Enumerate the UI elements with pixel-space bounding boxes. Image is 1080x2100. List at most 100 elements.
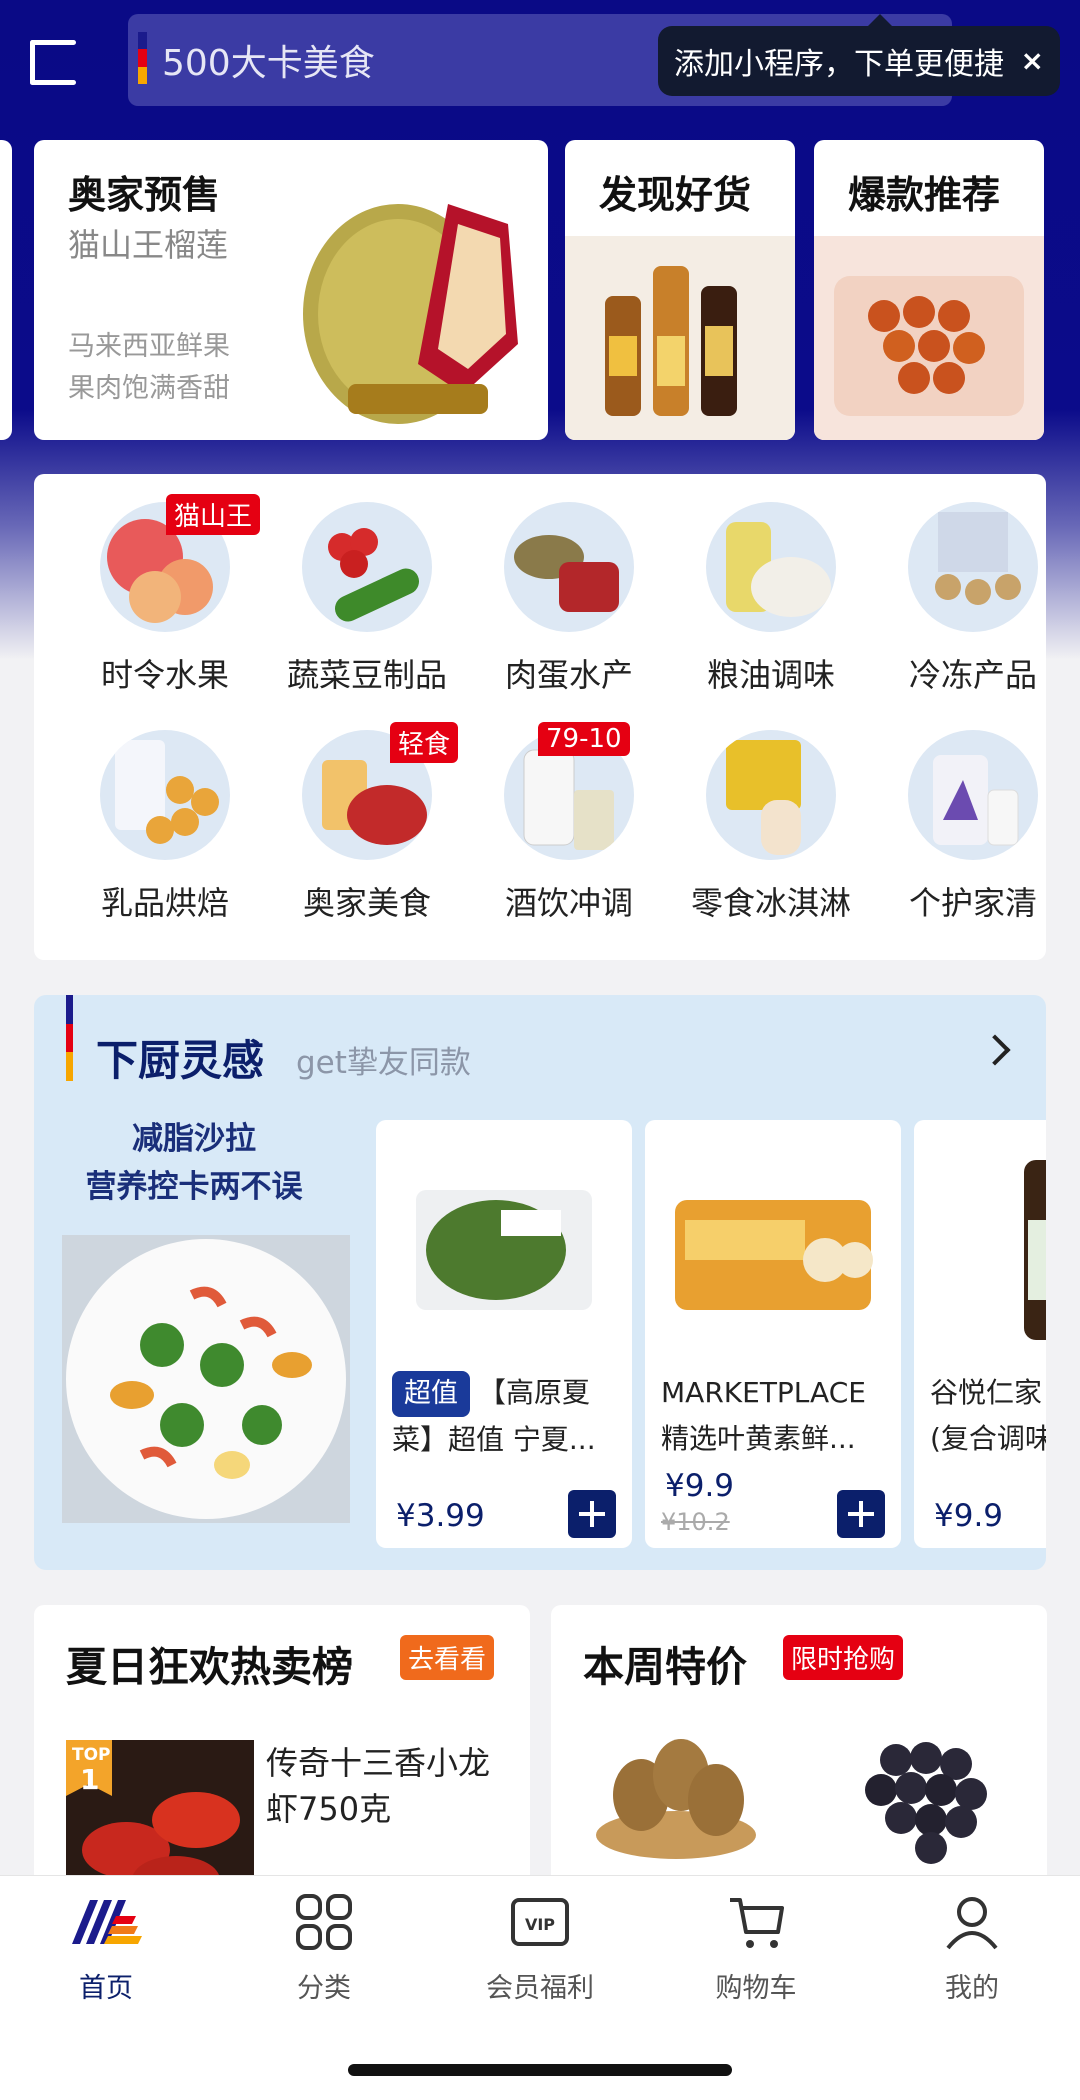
- meat-icon: [504, 502, 634, 632]
- hot-recommend-card[interactable]: 爆款推荐: [814, 140, 1044, 440]
- category-label: 酒饮冲调: [504, 884, 633, 922]
- durian-image: [303, 204, 518, 424]
- meatballs-image: [814, 236, 1044, 440]
- menu-icon[interactable]: [30, 36, 86, 86]
- eggs-image: [675, 1200, 873, 1310]
- svg-text:VIP: VIP: [525, 1915, 555, 1934]
- go-see-tag[interactable]: 去看看: [400, 1635, 495, 1680]
- grid-icon: [294, 1892, 354, 1952]
- presale-card[interactable]: 奥家预售 猫山王榴莲 马来西亚鲜果 果肉饱满香甜: [34, 140, 548, 440]
- limited-time-tag[interactable]: 限时抢购: [783, 1635, 904, 1680]
- category-label: 奥家美食: [302, 884, 431, 922]
- presale-title: 奥家预售: [68, 173, 221, 217]
- category-frozen[interactable]: 冷冻产品: [878, 502, 1068, 696]
- rank-number: 1: [80, 1763, 100, 1796]
- close-icon[interactable]: ×: [1021, 44, 1044, 77]
- kiwi-image: [596, 1739, 756, 1859]
- dairy-icon: [100, 730, 230, 860]
- tab-category[interactable]: 分类: [244, 1892, 404, 2005]
- vegetables-icon: [302, 502, 432, 632]
- product-card-sauce[interactable]: 谷悦仁家 (复合调味 ¥9.9: [914, 1120, 1046, 1548]
- add-to-cart-button[interactable]: [568, 1490, 616, 1538]
- tab-profile[interactable]: 我的: [892, 1892, 1052, 2005]
- add-to-cart-button[interactable]: [837, 1490, 885, 1538]
- value-tag: 超值: [392, 1371, 470, 1417]
- personal-care-icon: [908, 730, 1038, 860]
- feature-title[interactable]: 减脂沙拉 营养控卡两不误: [62, 1115, 326, 1211]
- weekly-deals-card[interactable]: 本周特价 限时抢购: [551, 1605, 1047, 1905]
- home-indicator: [348, 2064, 732, 2076]
- broccoli-image: [416, 1190, 592, 1310]
- tab-label: 会员福利: [486, 1973, 594, 2004]
- product-name-line-2: (复合调味: [930, 1422, 1046, 1455]
- category-meat[interactable]: 肉蛋水产: [474, 502, 664, 696]
- product-card-broccoli[interactable]: 超值 【高原夏菜】超值 宁夏... ¥3.99: [376, 1120, 632, 1548]
- category-fruit[interactable]: 猫山王 时令水果: [70, 494, 261, 696]
- category-dairy[interactable]: 乳品烘焙: [70, 730, 260, 924]
- hot-sales-card[interactable]: 夏日狂欢热卖榜 去看看 TOP 1 传奇十三香小龙虾750克: [34, 1605, 530, 1905]
- tab-label: 购物车: [715, 1973, 797, 2004]
- brand-stripe-icon: [138, 32, 147, 84]
- vip-icon: VIP: [510, 1892, 570, 1952]
- hot-recommend-title: 爆款推荐: [848, 173, 1001, 217]
- discover-title: 发现好货: [599, 173, 752, 217]
- presale-subtitle: 猫山王榴莲: [68, 226, 229, 264]
- tab-home[interactable]: 首页: [26, 1892, 186, 2005]
- product-name-line-1: 谷悦仁家: [930, 1376, 1043, 1409]
- cooking-inspiration-section: 下厨灵感 get挚友同款 减脂沙拉 营养控卡两不误 超值 【高原夏菜】超值 宁夏.…: [34, 995, 1046, 1570]
- category-label: 乳品烘焙: [100, 884, 229, 922]
- category-label: 冷冻产品: [908, 656, 1037, 694]
- previous-card-edge: [0, 140, 12, 440]
- category-drinks[interactable]: 79-10 酒饮冲调: [474, 722, 664, 924]
- product-name-line-2: 精选叶黄素鲜...: [661, 1422, 856, 1455]
- sauce-bottles-image: [565, 236, 795, 440]
- category-aldi-food[interactable]: 轻食 奥家美食: [272, 722, 462, 924]
- grain-oil-icon: [706, 502, 836, 632]
- category-personal-care[interactable]: 个护家清: [878, 730, 1068, 924]
- hot-item-name: 传奇十三香小龙虾750克: [266, 1744, 491, 1828]
- category-badge: 79-10: [538, 722, 630, 756]
- section-title: 下厨灵感: [96, 1036, 265, 1085]
- section-subtitle: get挚友同款: [296, 1045, 471, 1081]
- search-placeholder: 500大卡美食: [162, 43, 375, 84]
- category-grain-oil[interactable]: 粮油调味: [676, 502, 866, 696]
- product-original-price: ¥10.2: [661, 1508, 730, 1536]
- category-vegetables[interactable]: 蔬菜豆制品: [272, 502, 462, 696]
- category-label: 零食冰淇淋: [690, 884, 851, 922]
- salad-image[interactable]: [62, 1235, 350, 1523]
- aldi-logo-icon: [72, 1892, 142, 1952]
- tab-label: 我的: [945, 1973, 999, 2004]
- product-price: ¥9.9: [934, 1498, 1004, 1534]
- product-name: MARKETPLACE 精选叶黄素鲜...: [661, 1370, 895, 1462]
- presale-desc-1: 马来西亚鲜果: [68, 331, 230, 362]
- cart-icon: [726, 1892, 786, 1952]
- product-card-eggs[interactable]: MARKETPLACE 精选叶黄素鲜... ¥9.9 ¥10.2: [645, 1120, 901, 1548]
- grapes-image: [865, 1742, 987, 1864]
- product-name: 谷悦仁家 (复合调味: [930, 1370, 1046, 1462]
- category-label: 粮油调味: [706, 656, 835, 694]
- user-icon: [942, 1892, 1002, 1952]
- weekly-title: 本周特价: [583, 1643, 747, 1691]
- feature-line-2: 营养控卡两不误: [85, 1169, 303, 1205]
- chevron-right-icon[interactable]: [979, 1034, 1011, 1066]
- product-price: ¥3.99: [396, 1498, 485, 1534]
- feature-line-1: 减脂沙拉: [132, 1121, 256, 1157]
- snacks-icon: [706, 730, 836, 860]
- category-badge: 猫山王: [166, 494, 261, 535]
- product-name-line-1: MARKETPLACE: [661, 1376, 866, 1409]
- add-miniprogram-tooltip[interactable]: 添加小程序，下单更便捷 ×: [658, 14, 1060, 96]
- hot-sales-title: 夏日狂欢热卖榜: [66, 1643, 353, 1691]
- frozen-icon: [908, 502, 1038, 632]
- tab-member-benefits[interactable]: VIP 会员福利: [460, 1892, 620, 2005]
- tab-label: 首页: [79, 1973, 133, 2004]
- tab-cart[interactable]: 购物车: [676, 1892, 836, 2005]
- rank-top-label: TOP: [72, 1745, 111, 1765]
- tab-label: 分类: [297, 1973, 351, 2004]
- category-badge: 轻食: [390, 722, 459, 763]
- category-label: 个护家清: [908, 884, 1037, 922]
- discover-goods-card[interactable]: 发现好货: [565, 140, 795, 440]
- category-snacks[interactable]: 零食冰淇淋: [676, 730, 866, 924]
- product-price: ¥9.9: [665, 1468, 735, 1504]
- product-name: 超值 【高原夏菜】超值 宁夏...: [392, 1370, 626, 1463]
- category-label: 肉蛋水产: [504, 656, 633, 694]
